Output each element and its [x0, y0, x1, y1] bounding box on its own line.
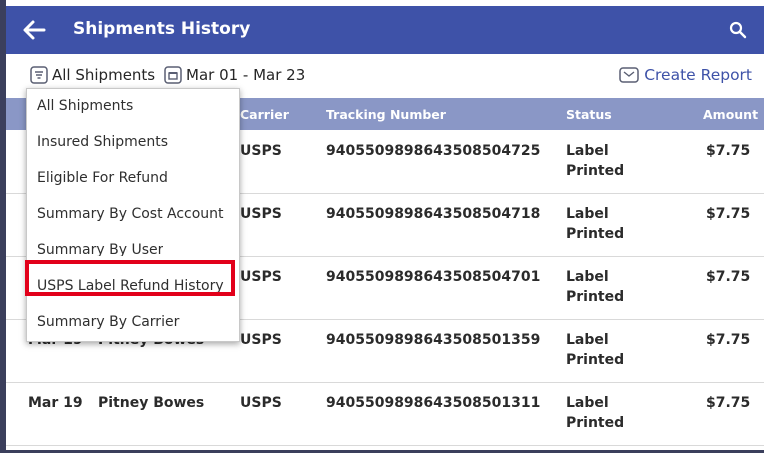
column-header-tracking[interactable]: Tracking Number [326, 107, 446, 122]
row-status-line1: Label [566, 332, 609, 348]
mail-icon [619, 67, 639, 83]
calendar-icon [164, 66, 182, 84]
top-app-bar: Shipments History [6, 6, 764, 54]
row-amount: $7.75 [706, 332, 751, 348]
menu-item-insured-shipments[interactable]: Insured Shipments [37, 134, 168, 150]
shipment-type-label: All Shipments [52, 66, 156, 84]
create-report-button[interactable]: Create Report [619, 66, 752, 84]
row-carrier: USPS [240, 269, 282, 285]
shipment-type-filter[interactable]: All Shipments [30, 66, 155, 84]
shipment-type-dropdown-menu: All Shipments Insured Shipments Eligible… [25, 88, 240, 342]
row-amount: $7.75 [706, 143, 751, 159]
row-tracking-number[interactable]: 9405509898643508504701 [326, 267, 540, 287]
row-status-line2: Printed [566, 163, 625, 179]
row-amount: $7.75 [706, 395, 751, 411]
row-carrier: USPS [240, 332, 282, 348]
column-header-status[interactable]: Status [566, 107, 612, 122]
highlight-box [25, 260, 235, 296]
row-status-line1: Label [566, 269, 609, 285]
row-carrier: USPS [240, 143, 282, 159]
row-amount: $7.75 [706, 206, 751, 222]
date-range-filter[interactable]: Mar 01 - Mar 23 [164, 66, 305, 84]
menu-item-summary-by-cost-account[interactable]: Summary By Cost Account [37, 206, 224, 222]
row-carrier-name: Pitney Bowes [98, 395, 205, 411]
back-arrow-icon[interactable] [20, 16, 48, 44]
search-icon[interactable] [726, 18, 750, 42]
create-report-label: Create Report [644, 66, 752, 84]
row-tracking-number[interactable]: 9405509898643508504718 [326, 204, 540, 224]
row-status-line2: Printed [566, 226, 625, 242]
page-title: Shipments History [73, 19, 251, 39]
row-carrier: USPS [240, 395, 282, 411]
menu-item-summary-by-user[interactable]: Summary By User [37, 242, 163, 256]
menu-item-eligible-for-refund[interactable]: Eligible For Refund [37, 170, 168, 186]
row-status-line1: Label [566, 143, 609, 159]
row-amount: $7.75 [706, 269, 751, 285]
row-status-line2: Printed [566, 352, 625, 368]
column-header-amount[interactable]: Amount [703, 107, 758, 122]
row-status-line2: Printed [566, 289, 625, 305]
row-status-line1: Label [566, 206, 609, 222]
row-tracking-number[interactable]: 9405509898643508504725 [326, 141, 540, 161]
filter-icon [30, 66, 48, 84]
row-status-line1: Label [566, 395, 609, 411]
date-range-label: Mar 01 - Mar 23 [186, 66, 306, 84]
row-carrier: USPS [240, 206, 282, 222]
row-tracking-number[interactable]: 9405509898643508501359 [326, 330, 540, 350]
row-status-line2: Printed [566, 415, 625, 431]
table-row[interactable]: Mar 19 Pitney Bowes USPS 940550989864350… [6, 382, 764, 446]
row-date: Mar 19 [28, 395, 83, 411]
menu-item-all-shipments[interactable]: All Shipments [37, 98, 133, 114]
row-tracking-number[interactable]: 9405509898643508501311 [326, 393, 540, 413]
column-header-carrier[interactable]: Carrier [240, 107, 289, 122]
menu-item-summary-by-carrier[interactable]: Summary By Carrier [37, 314, 179, 330]
